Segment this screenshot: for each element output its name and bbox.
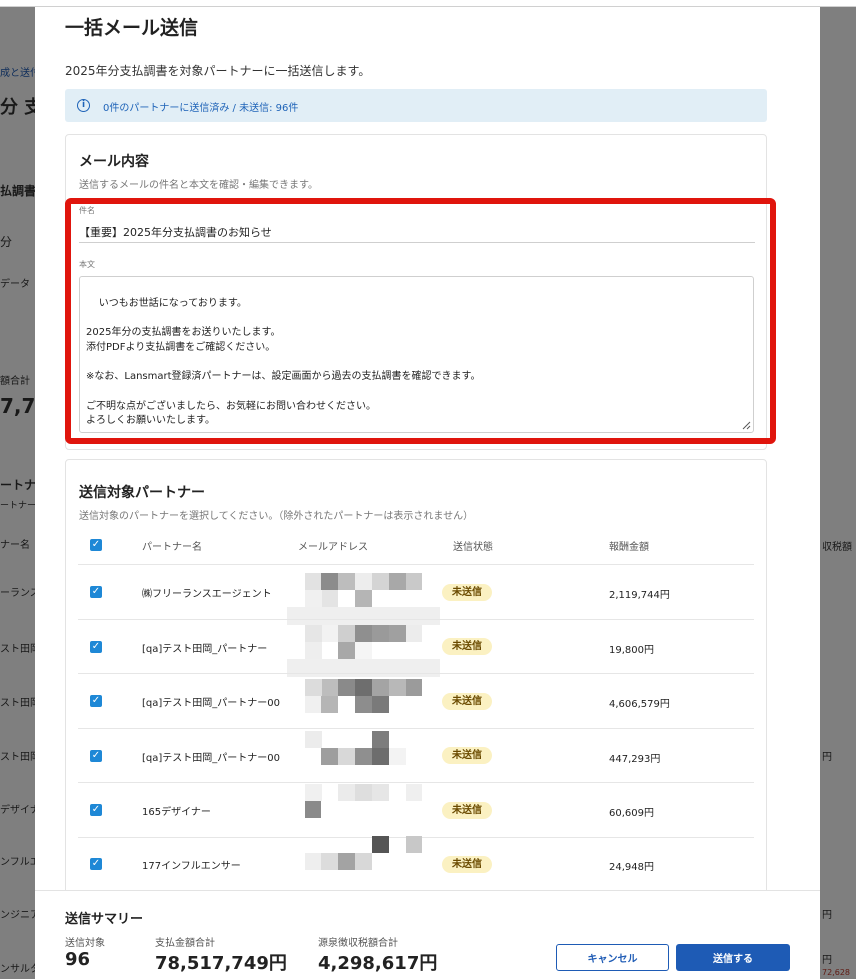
tax-total-value: 4,298,617円 <box>318 953 438 974</box>
info-icon: i <box>77 99 90 112</box>
modal-subtitle: 2025年分支払調書を対象パートナーに一括送信します。 <box>65 64 371 78</box>
partners-title: 送信対象パートナー <box>79 485 205 501</box>
info-banner: i 0件のパートナーに送信済み / 未送信: 96件 <box>65 89 767 122</box>
row-checkbox[interactable]: ✓ <box>90 641 102 653</box>
amount: 24,948円 <box>609 862 654 873</box>
amount: 4,606,579円 <box>609 699 670 710</box>
status-badge: 未送信 <box>442 584 492 601</box>
email-redacted <box>287 573 440 625</box>
status-badge: 未送信 <box>442 856 492 873</box>
summary-title: 送信サマリー <box>65 912 144 927</box>
modal-title: 一括メール送信 <box>65 17 199 39</box>
column-header-amount: 報酬金額 <box>609 542 649 553</box>
row-divider <box>78 728 754 729</box>
amount: 2,119,744円 <box>609 590 670 601</box>
column-header-status: 送信状態 <box>453 542 493 553</box>
row-checkbox[interactable]: ✓ <box>90 858 102 870</box>
column-header-name: パートナー名 <box>142 542 202 553</box>
highlight-frame <box>65 198 776 444</box>
email-redacted <box>305 679 438 715</box>
send-button[interactable]: 送信する <box>676 944 790 971</box>
status-badge: 未送信 <box>442 802 492 819</box>
bulk-mail-modal: 一括メール送信 2025年分支払調書を対象パートナーに一括送信します。 i 0件… <box>35 7 820 979</box>
partner-name: 165デザイナー <box>142 807 211 818</box>
tax-total-label: 源泉徴収税額合計 <box>318 938 398 949</box>
send-summary-footer: 送信サマリー 送信対象 96 支払金額合計 78,517,749円 源泉徴収税額… <box>35 890 820 979</box>
email-redacted <box>305 784 438 820</box>
status-badge: 未送信 <box>442 747 492 764</box>
row-divider <box>78 564 754 565</box>
row-checkbox[interactable]: ✓ <box>90 750 102 762</box>
status-badge: 未送信 <box>442 693 492 710</box>
amount: 447,293円 <box>609 754 661 765</box>
row-divider <box>78 782 754 783</box>
target-count-value: 96 <box>65 949 91 970</box>
amount: 19,800円 <box>609 645 654 656</box>
payment-total-value: 78,517,749円 <box>155 953 287 974</box>
payment-total-label: 支払金額合計 <box>155 938 215 949</box>
column-header-email: メールアドレス <box>298 542 368 553</box>
partner-name: [qa]テスト田岡_パートナー00 <box>142 698 281 709</box>
partner-name: [qa]テスト田岡_パートナー <box>142 644 268 655</box>
email-redacted <box>287 625 440 677</box>
email-redacted <box>305 836 438 872</box>
target-count-label: 送信対象 <box>65 938 105 949</box>
row-divider <box>78 673 754 674</box>
send-status-info: 0件のパートナーに送信済み / 未送信: 96件 <box>103 103 299 114</box>
partner-name: [qa]テスト田岡_パートナー00 <box>142 753 281 764</box>
partners-description: 送信対象のパートナーを選択してください。（除外されたパートナーは表示されません） <box>79 511 474 522</box>
amount: 60,609円 <box>609 808 654 819</box>
row-checkbox[interactable]: ✓ <box>90 586 102 598</box>
mail-content-description: 送信するメールの件名と本文を確認・編集できます。 <box>79 180 318 191</box>
row-checkbox[interactable]: ✓ <box>90 695 102 707</box>
cancel-button[interactable]: キャンセル <box>556 944 669 971</box>
mail-content-title: メール内容 <box>79 154 149 170</box>
row-divider <box>78 619 754 620</box>
select-all-checkbox[interactable]: ✓ <box>90 539 102 551</box>
email-redacted <box>305 731 438 767</box>
status-badge: 未送信 <box>442 638 492 655</box>
partner-name: 177インフルエンサー <box>142 861 241 872</box>
partner-name: ㈱フリーランスエージェント <box>142 589 272 600</box>
row-checkbox[interactable]: ✓ <box>90 804 102 816</box>
